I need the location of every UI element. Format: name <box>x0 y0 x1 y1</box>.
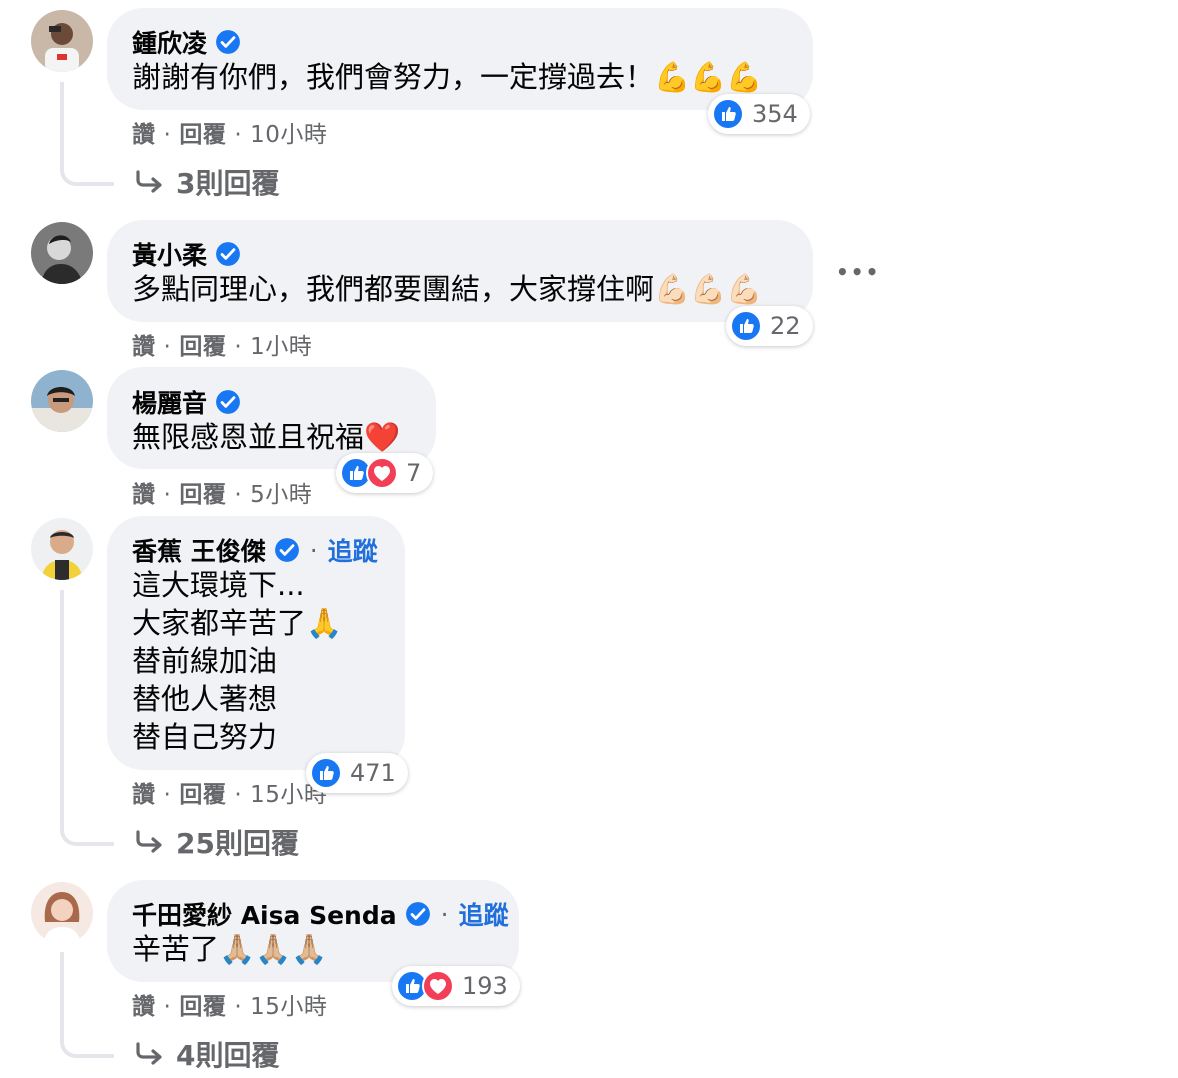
like-button[interactable]: 讚 <box>132 782 156 808</box>
reaction-summary[interactable]: 354 <box>708 94 810 134</box>
reply-button[interactable]: 回覆 <box>179 994 226 1020</box>
love-reaction-icon <box>422 970 454 1002</box>
verified-badge-icon <box>215 389 241 415</box>
comment-actions: 讚 · 回覆 · 10小時 <box>132 122 328 148</box>
comment-actions: 讚 · 回覆 · 5小時 <box>132 482 313 508</box>
follow-button[interactable]: 追蹤 <box>328 532 378 568</box>
comment-author[interactable]: 香蕉 王俊傑 · 追蹤 <box>132 532 378 568</box>
reaction-count: 22 <box>770 312 801 340</box>
follow-button[interactable]: 追蹤 <box>459 896 509 932</box>
view-replies-button[interactable]: 25則回覆 <box>134 822 299 862</box>
reply-arrow-icon <box>136 170 162 193</box>
like-button[interactable]: 讚 <box>132 482 156 508</box>
comment-actions: 讚 · 回覆 · 15小時 <box>132 782 328 808</box>
thread-line <box>60 952 114 1058</box>
thread-line <box>60 590 114 846</box>
comment-author[interactable]: 千田愛紗 Aisa Senda · 追蹤 <box>132 896 509 932</box>
like-reaction-icon <box>310 757 342 789</box>
reaction-count: 471 <box>350 759 396 787</box>
avatar[interactable] <box>31 222 93 284</box>
reply-arrow-icon <box>136 1042 162 1065</box>
comment-author[interactable]: 鍾欣凌 <box>132 24 241 60</box>
reply-arrow-icon <box>136 830 162 853</box>
comment-text: 這大環境下... 大家都辛苦了🙏 替前線加油 替他人著想 替自己努力 <box>132 568 343 754</box>
like-reaction-icon <box>712 98 744 130</box>
reaction-count: 7 <box>406 459 422 487</box>
avatar[interactable] <box>31 882 93 944</box>
separator: · <box>309 535 318 565</box>
verified-badge-icon <box>405 901 431 927</box>
separator: · <box>440 899 449 929</box>
comment-text: 多點同理心，我們都要團結，大家撐住啊💪🏻💪🏻💪🏻 <box>132 272 763 306</box>
reply-button[interactable]: 回覆 <box>179 334 226 360</box>
view-replies-button[interactable]: 4則回覆 <box>134 1034 279 1074</box>
verified-badge-icon <box>215 241 241 267</box>
more-options-icon[interactable]: ••• <box>836 260 880 284</box>
verified-badge-icon <box>215 29 241 55</box>
comment-author[interactable]: 黃小柔 <box>132 236 241 272</box>
reaction-summary[interactable]: 471 <box>306 753 408 793</box>
avatar[interactable] <box>31 370 93 432</box>
love-reaction-icon <box>366 457 398 489</box>
comment-text: 無限感恩並且祝福❤️ <box>132 420 401 454</box>
comment-time[interactable]: 1小時 <box>250 334 312 360</box>
avatar[interactable] <box>31 518 93 580</box>
comment-time[interactable]: 5小時 <box>250 482 312 508</box>
comment-actions: 讚 · 回覆 · 1小時 <box>132 334 313 360</box>
reaction-count: 193 <box>462 972 508 1000</box>
like-reaction-icon <box>730 310 762 342</box>
comment-time[interactable]: 10小時 <box>250 122 327 148</box>
reaction-count: 354 <box>752 100 798 128</box>
comment-actions: 讚 · 回覆 · 15小時 <box>132 994 328 1020</box>
reply-button[interactable]: 回覆 <box>179 782 226 808</box>
view-replies-button[interactable]: 3則回覆 <box>134 162 279 202</box>
reaction-summary[interactable]: 22 <box>726 306 813 346</box>
reaction-summary[interactable]: 7 <box>336 453 434 493</box>
reaction-summary[interactable]: 193 <box>392 966 520 1006</box>
like-button[interactable]: 讚 <box>132 122 156 148</box>
avatar[interactable] <box>31 10 93 72</box>
reply-button[interactable]: 回覆 <box>179 122 226 148</box>
comment-time[interactable]: 15小時 <box>250 994 327 1020</box>
thread-line <box>60 82 114 186</box>
reply-button[interactable]: 回覆 <box>179 482 226 508</box>
comment-author[interactable]: 楊麗音 <box>132 384 241 420</box>
verified-badge-icon <box>274 537 300 563</box>
comment-text: 辛苦了🙏🏼🙏🏼🙏🏼 <box>132 932 328 966</box>
like-button[interactable]: 讚 <box>132 334 156 360</box>
comment-text: 謝謝有你們，我們會努力，一定撐過去！💪💪💪 <box>132 60 763 94</box>
like-button[interactable]: 讚 <box>132 994 156 1020</box>
